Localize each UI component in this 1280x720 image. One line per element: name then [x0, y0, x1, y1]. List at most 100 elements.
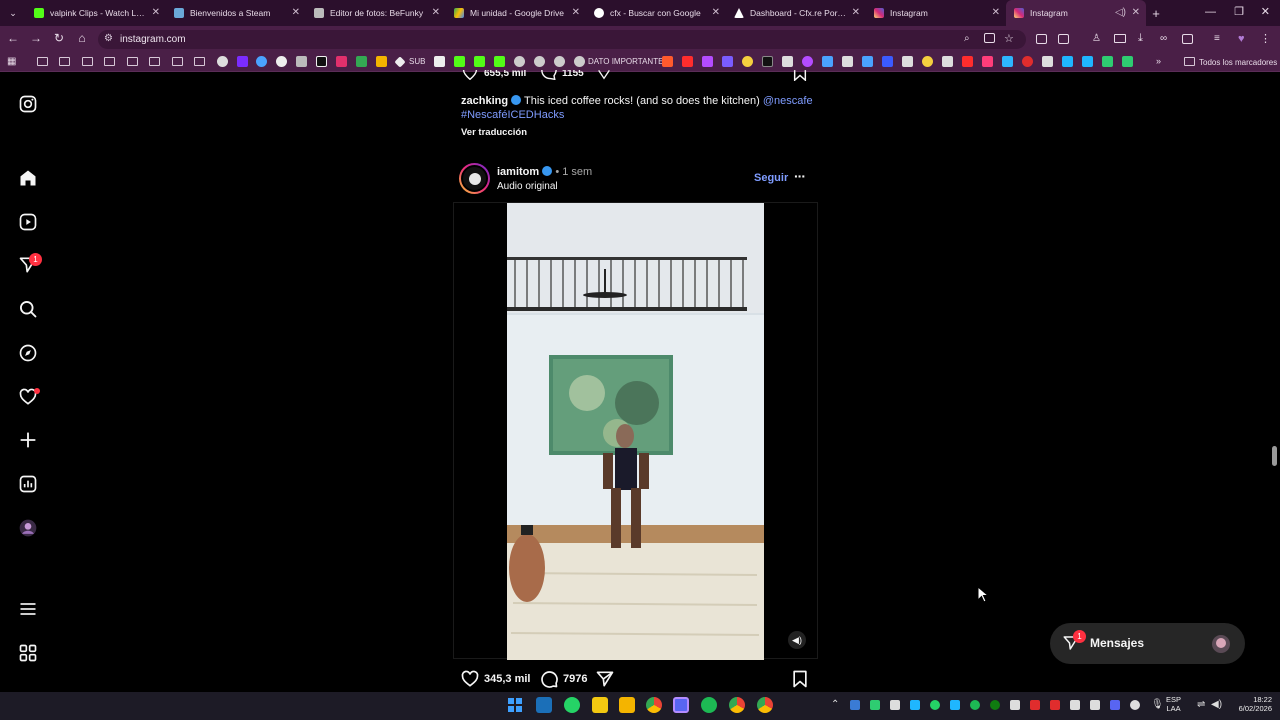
tray-icon[interactable] — [870, 700, 880, 710]
bookmark-icon[interactable] — [276, 56, 287, 67]
bookmark-icon[interactable] — [862, 56, 873, 67]
all-bookmarks-label[interactable]: Todos los marcadores — [1199, 58, 1277, 67]
bookmark-folder-icon[interactable] — [194, 57, 205, 66]
bookmark-icon[interactable] — [882, 56, 893, 67]
tab-steam[interactable]: Bienvenidos a Steam ✕ — [166, 0, 306, 26]
bookmark-icon[interactable] — [256, 56, 267, 67]
bookmark-folder-icon[interactable] — [127, 57, 138, 66]
bookmark-icon[interactable] — [922, 56, 933, 67]
save-bookmark-icon[interactable] — [792, 70, 808, 81]
site-info-icon[interactable]: ⚙ — [104, 33, 113, 44]
bookmark-icon[interactable] — [962, 56, 973, 67]
tray-expand-icon[interactable]: ⌃ — [831, 699, 839, 710]
bookmark-icon[interactable] — [762, 56, 773, 67]
microphone-icon[interactable]: 🎙 — [1151, 699, 1164, 710]
bookmark-icon[interactable] — [782, 56, 793, 67]
search-icon[interactable] — [18, 299, 38, 319]
close-icon[interactable]: ✕ — [152, 7, 160, 18]
kick-icon[interactable] — [474, 56, 485, 67]
post-author[interactable]: iamitom — [497, 166, 539, 178]
bookmark-folder-icon[interactable] — [59, 57, 70, 66]
close-icon[interactable]: ✕ — [712, 7, 720, 18]
tiktok-icon[interactable] — [316, 56, 327, 67]
bookmark-sub-label[interactable]: SUB — [409, 57, 425, 66]
close-icon[interactable]: ✕ — [852, 7, 860, 18]
bookmark-icon[interactable] — [1082, 56, 1093, 67]
file-explorer-icon[interactable] — [619, 697, 635, 713]
dashboard-icon[interactable] — [18, 474, 38, 494]
puzzle-icon[interactable] — [1058, 34, 1069, 44]
tray-icon[interactable] — [950, 700, 960, 710]
tray-icon[interactable] — [1070, 700, 1080, 710]
discord-icon[interactable] — [673, 697, 689, 713]
back-button[interactable]: ← — [5, 31, 21, 45]
tab-instagram-1[interactable]: Instagram ✕ — [866, 0, 1006, 26]
also-from-meta-icon[interactable] — [18, 643, 38, 663]
like-heart-icon[interactable] — [460, 669, 480, 689]
share-icon[interactable] — [596, 70, 612, 80]
caption-mention[interactable]: @nescafe — [763, 95, 813, 107]
page-scrollbar-thumb[interactable] — [1272, 446, 1277, 466]
clock[interactable]: 18:22 6/02/2026 — [1226, 695, 1272, 713]
tray-icon[interactable] — [1050, 700, 1060, 710]
apps-grid-icon[interactable]: ▦ — [7, 56, 16, 67]
see-translation-link[interactable]: Ver traducción — [461, 127, 527, 138]
whatsapp-icon[interactable] — [564, 697, 580, 713]
tab-valpink[interactable]: valpink Clips - Watch Live on ✕ — [26, 0, 166, 26]
bookmark-icon[interactable] — [702, 56, 713, 67]
reload-button[interactable]: ↻ — [51, 31, 67, 45]
download-icon[interactable]: ⤓ — [1138, 32, 1143, 45]
instagram-icon[interactable] — [336, 56, 347, 67]
bookmark-icon[interactable] — [217, 56, 228, 67]
new-tab-button[interactable]: + — [1146, 6, 1166, 21]
comment-icon[interactable] — [540, 70, 558, 80]
bookmark-icon[interactable] — [376, 56, 387, 67]
chrome-icon[interactable] — [646, 697, 662, 713]
bookmark-icon[interactable] — [237, 56, 248, 67]
home-button[interactable]: ⌂ — [74, 31, 90, 45]
more-bookmarks-icon[interactable]: » — [1156, 56, 1161, 66]
tray-icon[interactable] — [1010, 700, 1020, 710]
close-icon[interactable]: ✕ — [292, 7, 300, 18]
bookmark-icon[interactable] — [1122, 56, 1133, 67]
instagram-logo-icon[interactable] — [18, 94, 38, 114]
kick-icon[interactable] — [454, 56, 465, 67]
create-plus-icon[interactable] — [18, 430, 38, 450]
like-heart-icon[interactable] — [461, 70, 479, 80]
bookmark-icon[interactable] — [942, 56, 953, 67]
tab-instagram-active[interactable]: Instagram ◁) ✕ — [1006, 0, 1146, 26]
bookmark-icon[interactable] — [534, 56, 545, 67]
save-bookmark-icon[interactable] — [790, 669, 810, 689]
bookmark-icon[interactable] — [982, 56, 993, 67]
bookmark-icon[interactable] — [742, 56, 753, 67]
bookmark-icon[interactable] — [662, 56, 673, 67]
follow-button[interactable]: Seguir — [754, 172, 788, 184]
bookmark-icon[interactable] — [902, 56, 913, 67]
link-icon[interactable]: ∞ — [1160, 33, 1167, 44]
extension-icon[interactable] — [1036, 34, 1047, 44]
xbox-tray-icon[interactable] — [990, 700, 1000, 710]
taskbar-app-icon[interactable] — [592, 697, 608, 713]
forward-button[interactable]: → — [28, 31, 44, 45]
bookmark-icon[interactable] — [296, 56, 307, 67]
more-menu-icon[interactable]: ⋮ — [1260, 32, 1271, 45]
bookmark-icon[interactable] — [434, 56, 445, 67]
like-count[interactable]: 345,3 mil — [484, 673, 530, 685]
chrome-icon[interactable] — [729, 697, 745, 713]
bookmark-folder-icon[interactable] — [172, 57, 183, 66]
share-icon[interactable] — [595, 669, 615, 689]
messages-button[interactable]: 1 Mensajes — [1050, 623, 1245, 664]
bookmark-star-icon[interactable]: ☆ — [1004, 32, 1014, 45]
comment-count[interactable]: 7976 — [563, 673, 587, 685]
kick-icon[interactable] — [494, 56, 505, 67]
close-icon[interactable]: ✕ — [1132, 7, 1140, 18]
tab-google-search[interactable]: cfx - Buscar con Google ✕ — [586, 0, 726, 26]
more-options-icon[interactable]: ··· — [794, 168, 806, 184]
tray-icon[interactable] — [850, 700, 860, 710]
google-drive-icon[interactable] — [356, 56, 367, 67]
more-menu-icon[interactable] — [18, 599, 38, 619]
bookmark-icon[interactable] — [574, 56, 585, 67]
address-field[interactable] — [98, 30, 1026, 49]
caption-author[interactable]: zachking — [461, 95, 508, 107]
reels-icon[interactable] — [18, 212, 38, 232]
